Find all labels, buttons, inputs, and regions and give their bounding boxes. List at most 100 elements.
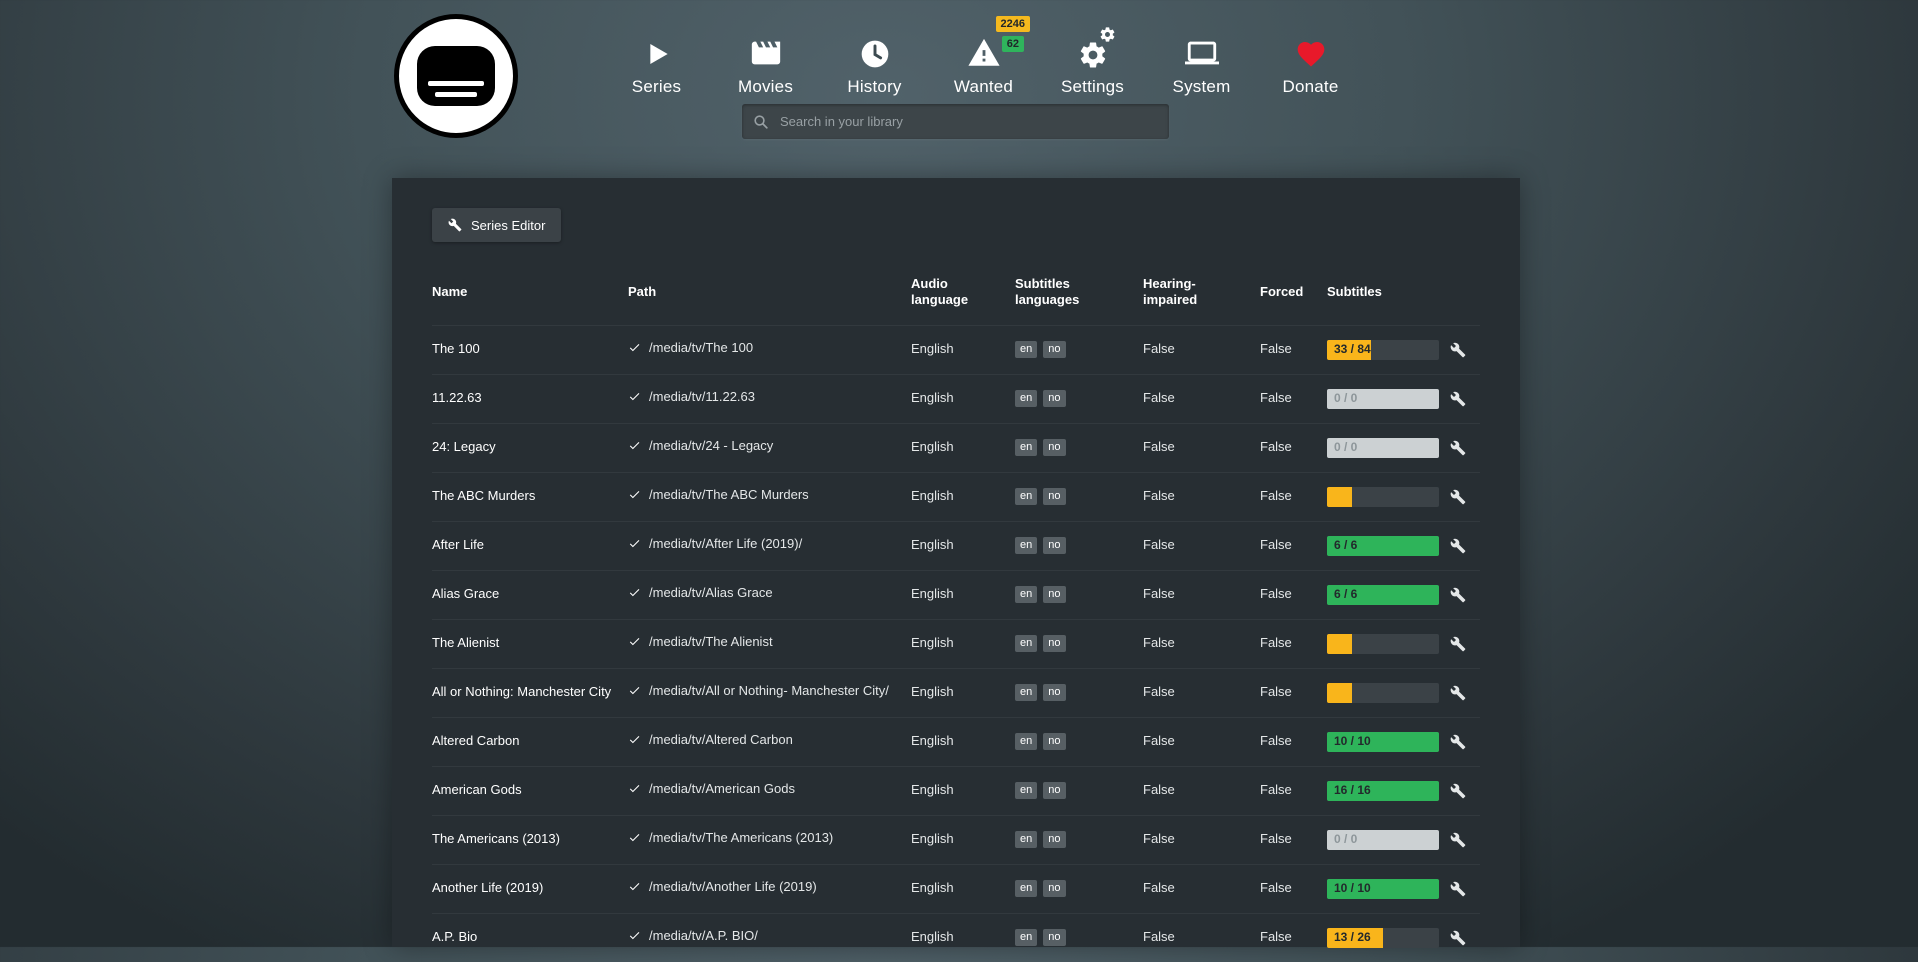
language-badge: no: [1043, 586, 1065, 603]
path-text: /media/tv/The ABC Murders: [649, 487, 809, 504]
series-table: Name Path Audio language Subtitles langu…: [432, 268, 1480, 962]
edit-series-button[interactable]: [1447, 489, 1480, 505]
language-badge: no: [1043, 537, 1065, 554]
subtitles-progress-bar: [1327, 487, 1439, 507]
hearing-impaired-value: False: [1143, 390, 1260, 407]
path-text: /media/tv/The Americans (2013): [649, 830, 833, 847]
edit-series-button[interactable]: [1447, 342, 1480, 358]
progress-label: 16 / 16: [1334, 783, 1371, 799]
series-path: /media/tv/Another Life (2019): [628, 879, 911, 898]
edit-series-button[interactable]: [1447, 881, 1480, 897]
series-path: /media/tv/All or Nothing- Manchester Cit…: [628, 683, 911, 702]
forced-value: False: [1260, 488, 1327, 505]
progress-fill: [1327, 634, 1352, 654]
subtitle-languages-value: enno: [1015, 488, 1143, 505]
edit-series-button[interactable]: [1447, 391, 1480, 407]
forced-value: False: [1260, 880, 1327, 897]
audio-language-value: English: [911, 390, 1015, 407]
forced-value: False: [1260, 586, 1327, 603]
forced-value: False: [1260, 733, 1327, 750]
path-text: /media/tv/Alias Grace: [649, 585, 773, 602]
series-name[interactable]: The Alienist: [432, 635, 628, 652]
nav-series[interactable]: Series: [602, 16, 711, 97]
series-name[interactable]: Altered Carbon: [432, 733, 628, 750]
forced-value: False: [1260, 684, 1327, 701]
edit-series-button[interactable]: [1447, 440, 1480, 456]
subtitles-progress-bar: 0 / 0: [1327, 438, 1439, 458]
series-name[interactable]: A.P. Bio: [432, 929, 628, 946]
series-name[interactable]: Another Life (2019): [432, 880, 628, 897]
subtitles-progress-bar: [1327, 634, 1439, 654]
nav-label: Settings: [1061, 77, 1124, 97]
edit-series-button[interactable]: [1447, 832, 1480, 848]
nav-label: Series: [632, 77, 681, 97]
search-input[interactable]: [778, 113, 1158, 130]
check-icon: [628, 733, 641, 751]
subtitle-languages-value: enno: [1015, 537, 1143, 554]
series-name[interactable]: Alias Grace: [432, 586, 628, 603]
check-icon: [628, 586, 641, 604]
small-gear-icon: [1099, 26, 1116, 43]
edit-series-button[interactable]: [1447, 636, 1480, 652]
subtitle-languages-value: enno: [1015, 586, 1143, 603]
nav-movies[interactable]: Movies: [711, 16, 820, 97]
subtitles-progress-bar: 10 / 10: [1327, 732, 1439, 752]
language-badge: no: [1043, 684, 1065, 701]
table-header: Name Path Audio language Subtitles langu…: [432, 268, 1480, 325]
heart-icon: [1295, 30, 1327, 70]
series-name[interactable]: All or Nothing: Manchester City: [432, 684, 628, 701]
audio-language-value: English: [911, 929, 1015, 946]
series-name[interactable]: The Americans (2013): [432, 831, 628, 848]
series-name[interactable]: 24: Legacy: [432, 439, 628, 456]
forced-value: False: [1260, 782, 1327, 799]
edit-series-button[interactable]: [1447, 685, 1480, 701]
header-audio-language: Audio language: [911, 276, 1015, 309]
language-badge: en: [1015, 586, 1037, 603]
series-path: /media/tv/A.P. BIO/: [628, 928, 911, 947]
nav-history[interactable]: History: [820, 16, 929, 97]
check-icon: [628, 831, 641, 849]
nav-donate[interactable]: Donate: [1256, 16, 1365, 97]
check-icon: [628, 439, 641, 457]
check-icon: [628, 782, 641, 800]
series-path: /media/tv/The 100: [628, 340, 911, 359]
series-name[interactable]: The ABC Murders: [432, 488, 628, 505]
subtitle-languages-value: enno: [1015, 390, 1143, 407]
subtitles-progress-bar: 6 / 6: [1327, 536, 1439, 556]
subtitle-languages-value: enno: [1015, 782, 1143, 799]
language-badge: en: [1015, 880, 1037, 897]
language-badge: en: [1015, 733, 1037, 750]
header-path: Path: [628, 284, 911, 300]
language-badge: no: [1043, 880, 1065, 897]
progress-label: 6 / 6: [1334, 538, 1357, 554]
subtitles-progress-bar: [1327, 683, 1439, 703]
edit-series-button[interactable]: [1447, 930, 1480, 946]
series-editor-button[interactable]: Series Editor: [432, 208, 561, 242]
hearing-impaired-value: False: [1143, 488, 1260, 505]
forced-value: False: [1260, 439, 1327, 456]
series-name[interactable]: American Gods: [432, 782, 628, 799]
nav-label: History: [847, 77, 901, 97]
edit-series-button[interactable]: [1447, 587, 1480, 603]
forced-value: False: [1260, 635, 1327, 652]
series-path: /media/tv/American Gods: [628, 781, 911, 800]
path-text: /media/tv/All or Nothing- Manchester Cit…: [649, 683, 889, 700]
edit-series-button[interactable]: [1447, 734, 1480, 750]
edit-series-button[interactable]: [1447, 783, 1480, 799]
series-path: /media/tv/24 - Legacy: [628, 438, 911, 457]
series-path: /media/tv/Altered Carbon: [628, 732, 911, 751]
nav-settings[interactable]: Settings: [1038, 16, 1147, 97]
edit-series-button[interactable]: [1447, 538, 1480, 554]
series-name[interactable]: After Life: [432, 537, 628, 554]
nav-system[interactable]: System: [1147, 16, 1256, 97]
hearing-impaired-value: False: [1143, 586, 1260, 603]
main-nav: Series Movies History 2246 62 Wanted: [602, 16, 1365, 97]
table-body: The 100 /media/tv/The 100 English enno F…: [432, 325, 1480, 962]
app-logo[interactable]: [394, 14, 518, 138]
series-name[interactable]: 11.22.63: [432, 390, 628, 407]
forced-value: False: [1260, 831, 1327, 848]
check-icon: [628, 488, 641, 506]
series-name[interactable]: The 100: [432, 341, 628, 358]
nav-wanted[interactable]: 2246 62 Wanted: [929, 16, 1038, 97]
wrench-icon: [448, 218, 462, 232]
